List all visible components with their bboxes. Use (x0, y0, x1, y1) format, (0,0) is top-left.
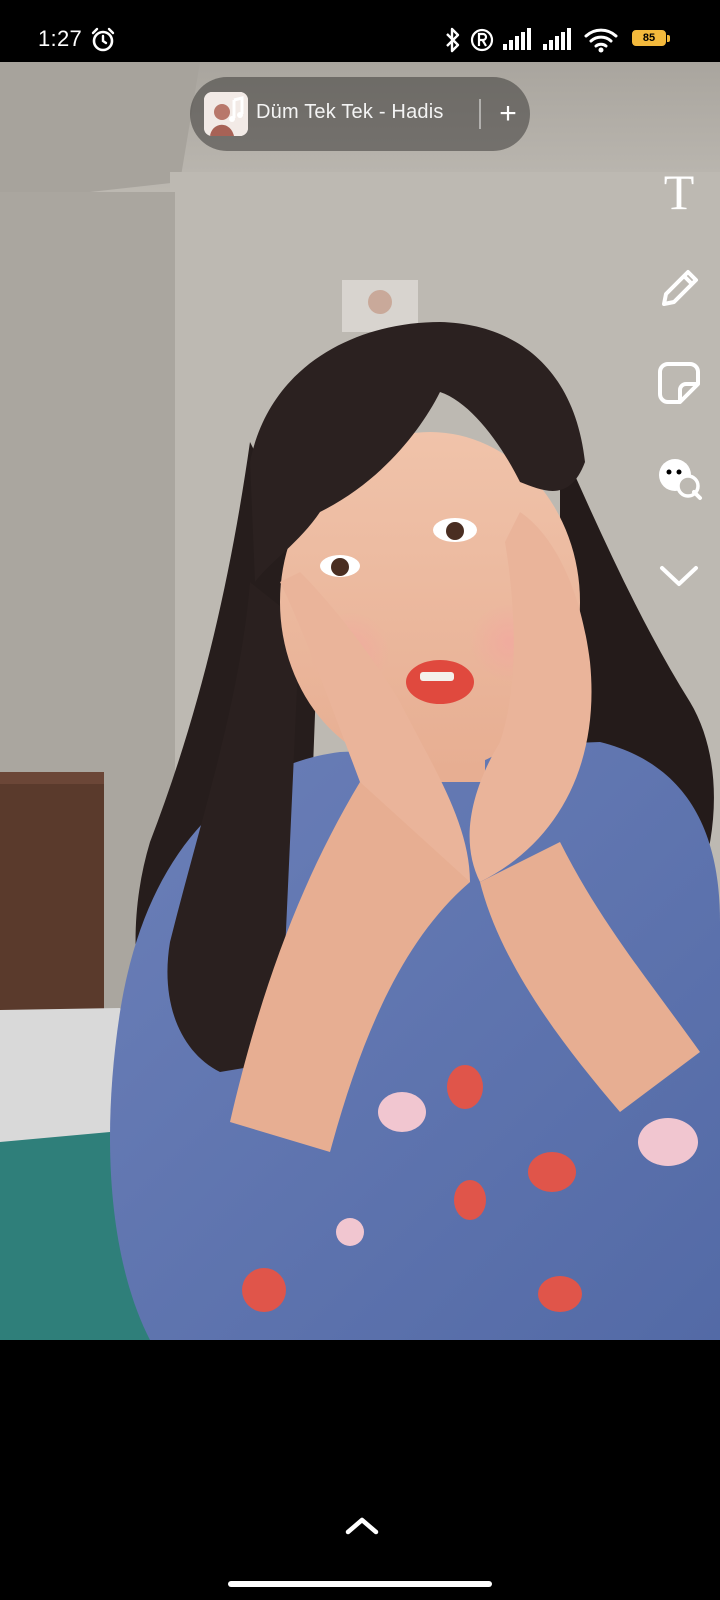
lens-tool-button[interactable] (652, 450, 706, 504)
battery-body: 85 (632, 30, 666, 46)
status-bar: 1:27 85 (0, 0, 720, 62)
lens-emoji-icon (659, 459, 702, 500)
text-icon: T (663, 164, 695, 220)
pencil-icon (662, 270, 698, 306)
music-cover-icon (204, 92, 248, 136)
alarm-icon (91, 27, 115, 52)
music-divider (479, 99, 481, 129)
signal-icon (543, 28, 571, 50)
music-title: Düm Tek Tek - Hadis (256, 101, 444, 123)
bottom-panel (0, 1340, 720, 1600)
bluetooth-icon (446, 27, 460, 53)
add-music-button[interactable]: + (490, 94, 526, 134)
snap-photo[interactable] (0, 62, 720, 1340)
music-chip[interactable]: Düm Tek Tek - Hadis + (190, 77, 530, 151)
signal-icon (503, 28, 531, 50)
home-indicator[interactable] (228, 1581, 492, 1587)
battery-tip (667, 35, 670, 42)
photo-illustration (0, 62, 720, 1340)
snap-editor-screen: 1:27 85 Düm Tek Tek - Hadis + T (0, 0, 720, 1600)
text-tool-button[interactable]: T (652, 165, 706, 219)
battery-icon: 85 (632, 26, 672, 54)
status-time: 1:27 (38, 26, 83, 51)
chevron-up-icon[interactable] (340, 1512, 384, 1540)
music-thumbnail (204, 92, 248, 136)
sticker-icon (658, 362, 700, 404)
battery-level: 85 (642, 32, 656, 44)
registered-icon (470, 28, 494, 52)
draw-tool-button[interactable] (652, 262, 706, 316)
sticker-tool-button[interactable] (652, 356, 706, 410)
chevron-down-icon (660, 566, 698, 586)
more-tools-button[interactable] (652, 548, 706, 602)
wifi-icon (584, 28, 618, 53)
